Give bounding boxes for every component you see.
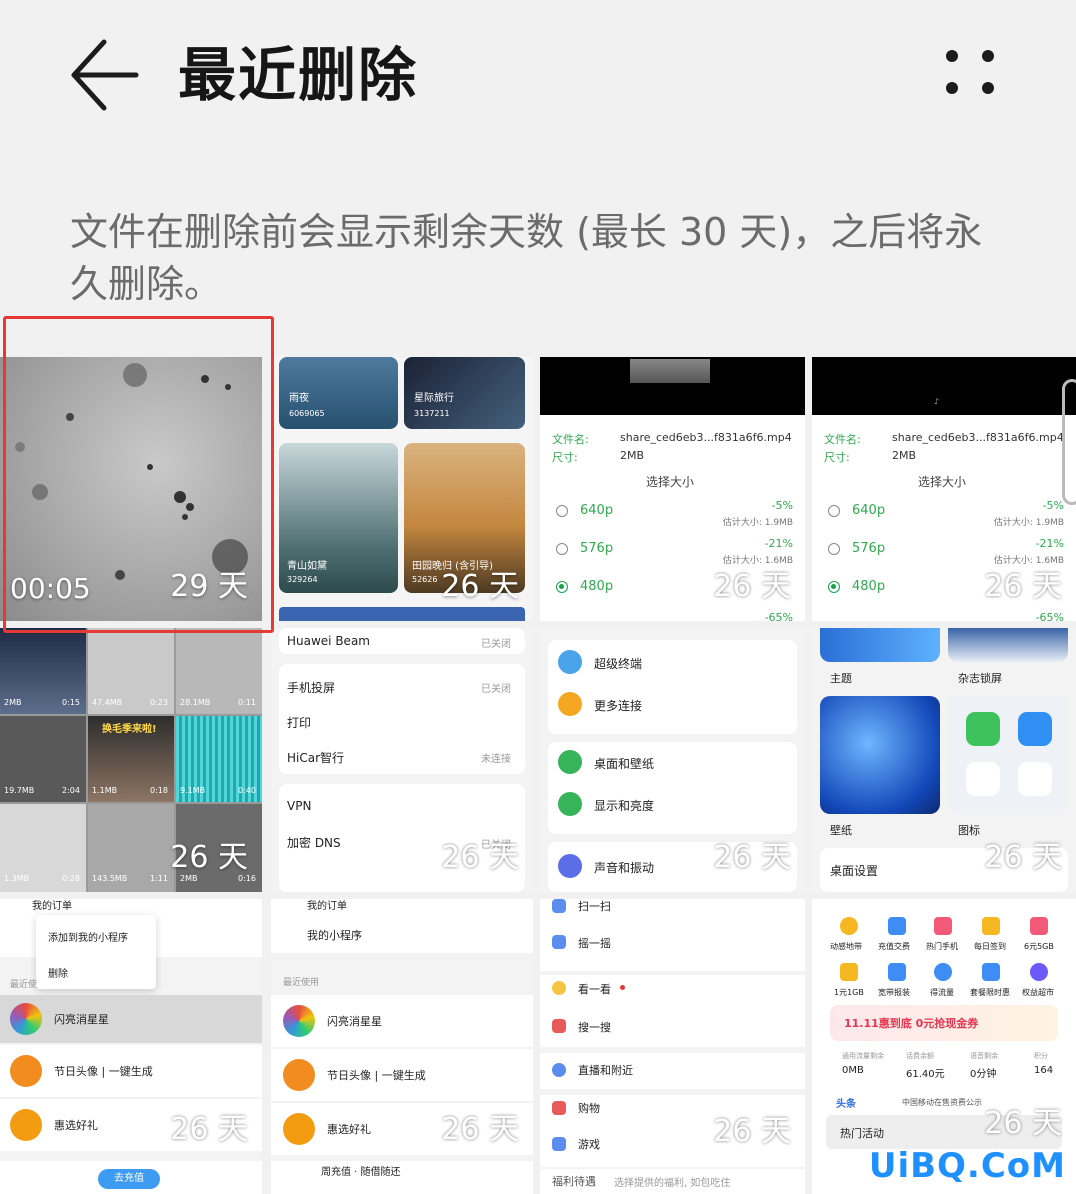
back-button[interactable] (64, 36, 148, 114)
days-remaining: 26 天 (441, 1112, 519, 1147)
days-remaining: 26 天 (984, 569, 1062, 604)
watermark: UiBQ.CoM (868, 1146, 1066, 1186)
ringtone-card: 星际旅行 3137211 (404, 357, 525, 429)
deleted-item-image[interactable]: 雨夜 6069065 星际旅行 3137211 青山如黛 329264 田园晚归… (271, 357, 533, 621)
retention-notice: 文件在删除前会显示剩余天数 (最长 30 天)，之后将永久删除。 (70, 210, 983, 306)
days-remaining: 26 天 (441, 840, 519, 875)
days-remaining: 26 天 (713, 1114, 791, 1149)
days-remaining: 26 天 (170, 1112, 248, 1147)
deleted-item-image[interactable]: 2MB 0:15 47.4MB 0:23 28.1MB 0:11 19.7MB … (0, 628, 262, 892)
days-remaining: 26 天 (441, 569, 519, 604)
deleted-item-image[interactable]: Huawei Beam 已关闭 手机投屏 已关闭 打印 HiCar智行 未连接 … (271, 628, 533, 892)
deleted-item-video[interactable]: 00:05 29 天 (0, 357, 262, 621)
days-remaining: 26 天 (170, 840, 248, 875)
recently-deleted-screen: 最近删除 文件在删除前会显示剩余天数 (最长 30 天)，之后将永久删除。 00… (0, 0, 1076, 1194)
more-options-button[interactable] (930, 40, 1010, 120)
deleted-item-image[interactable]: 扫一扫 摇一摇 看一看 搜一搜 直播和附近 购物 游戏 福利待遇 选择提供的福利… (540, 899, 805, 1194)
header: 最近删除 (0, 0, 1076, 150)
deleted-item-image[interactable]: 超级终端 更多连接 桌面和壁纸 显示和亮度 声音和振动 26 天 (540, 628, 805, 892)
deleted-item-image[interactable]: ♪ 文件名: share_ced6eb3...f831a6f6.mp4 尺寸: … (812, 357, 1076, 621)
video-duration: 00:05 (10, 572, 91, 605)
days-remaining: 26 天 (713, 569, 791, 604)
deleted-item-image[interactable]: 文件名: share_ced6eb3...f831a6f6.mp4 尺寸: 2M… (540, 357, 805, 621)
ringtone-card: 雨夜 6069065 (279, 357, 398, 429)
deleted-item-image[interactable]: 我的订单 添加到我的小程序 删除 最近使 闪亮消星星 节日头像 | 一键生成 惠… (0, 899, 262, 1194)
page-title: 最近删除 (178, 41, 419, 109)
deleted-items-grid: 00:05 29 天 雨夜 6069065 星际旅行 3137211 青山如黛 … (0, 357, 1076, 1194)
ringtone-card: 青山如黛 329264 (279, 443, 398, 593)
days-remaining: 26 天 (984, 1106, 1062, 1141)
days-remaining: 26 天 (713, 840, 791, 875)
days-remaining: 26 天 (984, 840, 1062, 875)
days-remaining: 29 天 (170, 569, 248, 604)
arrow-left-icon (71, 39, 139, 111)
deleted-item-image[interactable]: 主题 杂志锁屏 壁纸 图标 桌面设置 26 天 (812, 628, 1076, 892)
deleted-item-image[interactable]: 我的订单 我的小程序 最近使用 闪亮消星星 节日头像 | 一键生成 惠选好礼 周… (271, 899, 533, 1194)
